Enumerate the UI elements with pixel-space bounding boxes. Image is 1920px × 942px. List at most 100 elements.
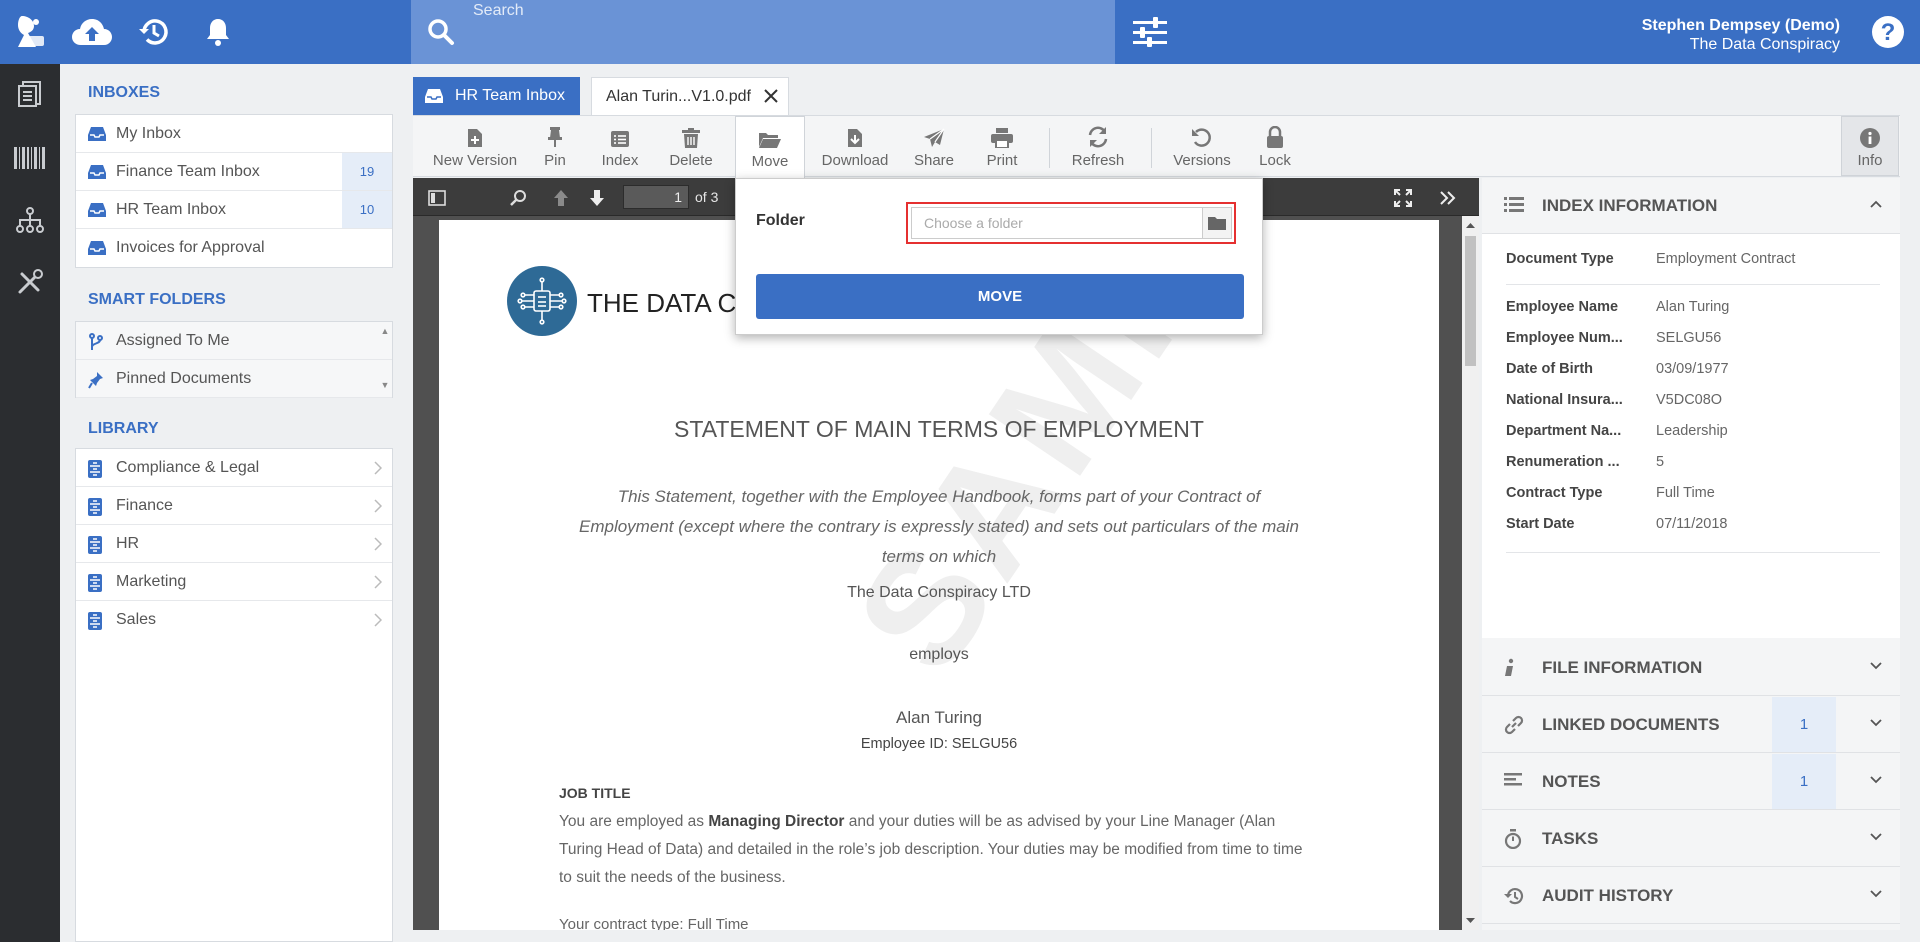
list-icon (1504, 196, 1524, 214)
chevron-right-icon (374, 537, 382, 551)
field-key: Contract Type (1506, 485, 1603, 501)
field-value: 5 (1656, 454, 1665, 470)
upload-cloud-icon[interactable] (70, 12, 114, 52)
new-version-button[interactable]: New Version (431, 116, 519, 176)
folder-input[interactable] (911, 207, 1203, 239)
page-number-input[interactable] (623, 185, 689, 209)
smart-folders-heading: SMART FOLDERS (88, 291, 226, 308)
sidebar-item-finance-team-inbox[interactable]: Finance Team Inbox 19 (76, 153, 392, 191)
index-button[interactable]: Index (595, 116, 645, 176)
field-key: Employee Name (1506, 299, 1619, 315)
inbox-tray-icon (425, 88, 443, 104)
info-panel: INDEX INFORMATION Document Type Employmen… (1482, 178, 1900, 930)
app-logo[interactable] (0, 0, 60, 64)
field-value: Alan Turing (1656, 299, 1730, 315)
sidebar-item-label: Pinned Documents (116, 369, 252, 387)
field-key: Department Na... (1506, 423, 1622, 439)
scroll-down-arrow (1466, 918, 1475, 923)
lock-button[interactable]: Lock (1253, 116, 1297, 176)
audit-history-header[interactable]: AUDIT HISTORY (1482, 868, 1900, 924)
link-icon (1504, 715, 1524, 735)
library-item-sales[interactable]: Sales (76, 601, 392, 639)
print-button[interactable]: Print (977, 116, 1027, 176)
search-icon[interactable] (427, 18, 455, 46)
info-circle-icon (1860, 124, 1880, 148)
history-icon[interactable] (132, 12, 176, 52)
history-icon (1504, 886, 1524, 906)
refresh-icon (1087, 124, 1109, 148)
field-key: Renumeration ... (1506, 454, 1620, 470)
notes-header[interactable]: NOTES 1 (1482, 754, 1900, 810)
index-field: Renumeration ... 5 (1506, 447, 1880, 477)
next-page-icon[interactable] (585, 186, 609, 210)
sidebar-item-assigned-to-me[interactable]: Assigned To Me (76, 322, 392, 360)
library-item-label: HR (116, 534, 140, 552)
index-information-header[interactable]: INDEX INFORMATION (1482, 178, 1900, 234)
chevron-right-icon (374, 461, 382, 475)
sidebar-item-pinned-documents[interactable]: Pinned Documents (76, 360, 392, 398)
tools-menu-icon[interactable] (1436, 186, 1460, 210)
library-item-finance[interactable]: Finance (76, 487, 392, 525)
inbox-count-badge: 19 (342, 153, 392, 190)
move-button[interactable]: Move (735, 116, 805, 178)
filter-sliders-icon[interactable] (1128, 12, 1172, 52)
barcode-icon[interactable] (12, 140, 48, 176)
pin-button[interactable]: Pin (535, 116, 575, 176)
move-confirm-button[interactable]: MOVE (756, 274, 1244, 319)
sidebar-item-my-inbox[interactable]: My Inbox (76, 115, 392, 153)
scroll-up-arrow[interactable]: ▲ (380, 326, 390, 336)
sidebar-item-label: HR Team Inbox (116, 200, 226, 218)
sidebar-item-hr-team-inbox[interactable]: HR Team Inbox 10 (76, 191, 392, 229)
move-dialog: Folder MOVE (735, 178, 1263, 335)
field-key: Date of Birth (1506, 361, 1593, 377)
download-button[interactable]: Download (817, 116, 893, 176)
linked-documents-header[interactable]: LINKED DOCUMENTS 1 (1482, 697, 1900, 753)
pin-icon (88, 371, 104, 389)
tab-document[interactable]: Alan Turin...V1.0.pdf (591, 77, 789, 115)
scroll-down-arrow[interactable]: ▼ (380, 380, 390, 390)
help-icon[interactable]: ? (1868, 12, 1908, 52)
library-item-compliance-legal[interactable]: Compliance & Legal (76, 449, 392, 487)
close-tab-icon[interactable] (764, 89, 778, 103)
library-item-marketing[interactable]: Marketing (76, 563, 392, 601)
library-item-hr[interactable]: HR (76, 525, 392, 563)
versions-button[interactable]: Versions (1167, 116, 1237, 176)
fullscreen-icon[interactable] (1391, 186, 1415, 210)
folder-open-icon (758, 125, 782, 149)
branch-icon (88, 333, 104, 351)
search-input[interactable] (473, 0, 1093, 22)
delete-button[interactable]: Delete (663, 116, 719, 176)
sidebar-item-label: Assigned To Me (116, 331, 230, 349)
sidebar-item-label: Invoices for Approval (116, 239, 265, 256)
index-list-icon (610, 124, 630, 148)
workflow-icon[interactable] (12, 202, 48, 238)
panel-title: AUDIT HISTORY (1542, 885, 1674, 905)
sidebar-toggle-icon[interactable] (425, 186, 449, 210)
sidebar-item-label: My Inbox (116, 124, 181, 142)
browse-folder-button[interactable] (1202, 207, 1232, 239)
info-button[interactable]: Info (1841, 116, 1899, 176)
refresh-button[interactable]: Refresh (1065, 116, 1131, 176)
tools-icon[interactable] (12, 264, 48, 300)
cabinet-icon (88, 536, 102, 554)
find-icon[interactable] (507, 186, 531, 210)
notifications-bell-icon[interactable] (196, 12, 240, 52)
documents-icon[interactable] (12, 76, 48, 112)
sidebar-item-invoices-for-approval[interactable]: Invoices for Approval (76, 229, 392, 267)
previous-page-icon[interactable] (549, 186, 573, 210)
tab-hr-team-inbox[interactable]: HR Team Inbox (413, 77, 580, 115)
viewer-scrollbar[interactable] (1462, 216, 1479, 930)
scrollbar-thumb[interactable] (1465, 236, 1476, 366)
chevron-right-icon (374, 575, 382, 589)
share-button[interactable]: Share (909, 116, 959, 176)
file-information-header[interactable]: FILE INFORMATION (1482, 640, 1900, 696)
divider (1506, 284, 1880, 285)
user-account[interactable]: Stephen Dempsey (Demo) The Data Conspira… (1642, 16, 1840, 54)
chevron-up-icon (1870, 200, 1882, 208)
tasks-header[interactable]: TASKS (1482, 811, 1900, 867)
folder-label: Folder (756, 212, 805, 229)
company-name: THE DATA CO (587, 288, 757, 318)
chevron-right-icon (374, 613, 382, 627)
stopwatch-icon (1504, 829, 1522, 849)
document-toolbar: New Version Pin Index Delete Move Downlo… (413, 115, 1900, 178)
